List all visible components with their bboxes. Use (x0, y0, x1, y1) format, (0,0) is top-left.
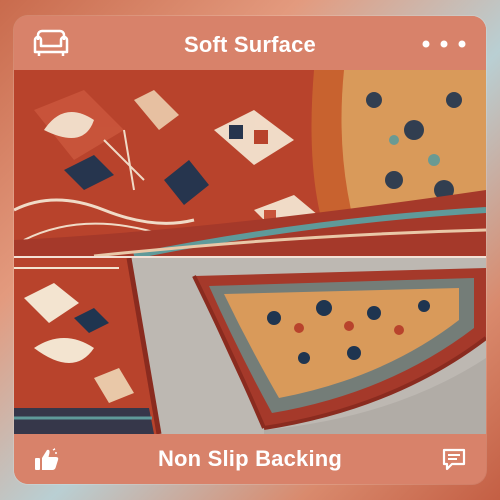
header-title: Soft Surface (184, 32, 316, 57)
header-bar: Soft Surface (14, 16, 486, 70)
comment-icon[interactable] (442, 448, 466, 472)
footer-bar: Non Slip Backing (14, 434, 486, 484)
more-dots-icon[interactable] (422, 40, 466, 48)
footer-title: Non Slip Backing (157, 446, 343, 471)
rug-non-slip-backing (14, 258, 486, 434)
rug-rolled-soft-surface (14, 70, 486, 256)
feature-card: Soft Surface Non Slip Backing (14, 16, 486, 484)
